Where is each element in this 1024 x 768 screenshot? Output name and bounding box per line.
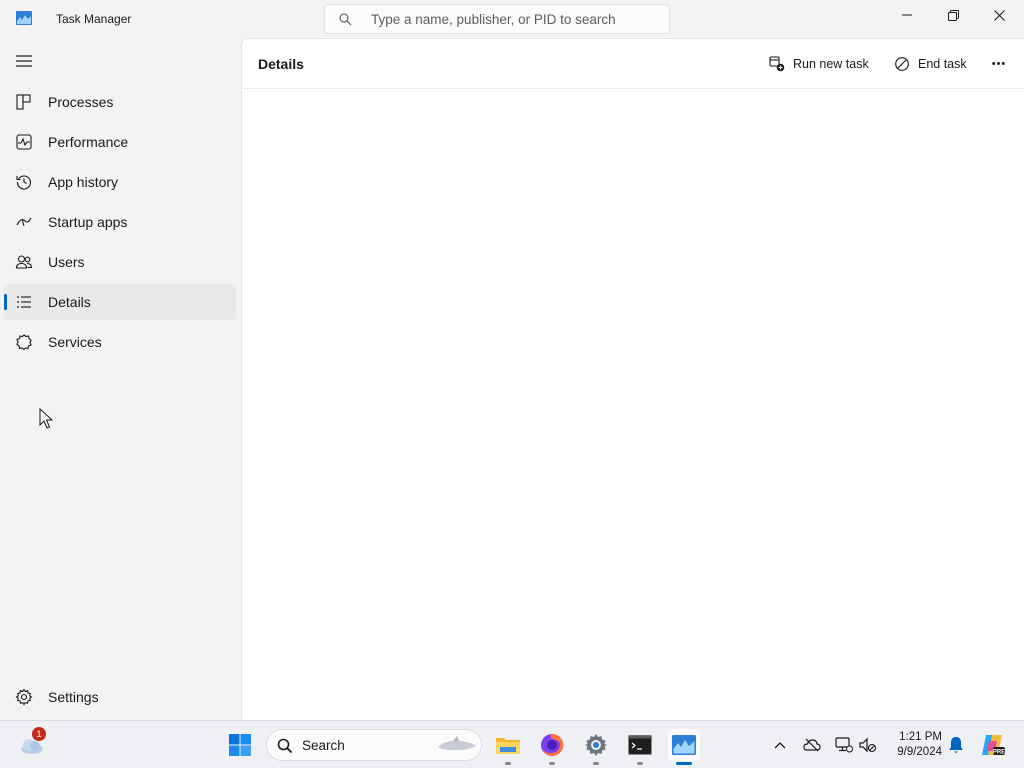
- start-button[interactable]: [224, 729, 256, 761]
- sidebar-item-label: Users: [48, 254, 85, 270]
- services-icon: [16, 334, 32, 351]
- taskbar-file-explorer[interactable]: [492, 729, 524, 765]
- mouse-cursor-icon: [39, 408, 53, 429]
- search-icon: [277, 738, 293, 754]
- details-pane: Details Run new task End task •••: [241, 38, 1024, 720]
- end-task-button[interactable]: End task: [894, 53, 967, 75]
- search-icon: [339, 13, 352, 26]
- folder-icon: [496, 738, 520, 754]
- copilot-icon: PRE: [982, 735, 1005, 756]
- sidebar-item-processes[interactable]: Processes: [4, 84, 236, 120]
- windows-logo-icon: [229, 734, 251, 756]
- notification-badge: 1: [32, 727, 46, 741]
- gear-icon: [15, 688, 33, 706]
- running-indicator: [637, 762, 643, 765]
- run-new-task-button[interactable]: Run new task: [769, 53, 869, 75]
- chevron-up-icon: [774, 742, 786, 749]
- processes-icon: [16, 94, 31, 110]
- volume-tray-button[interactable]: [858, 735, 878, 755]
- taskbar-settings[interactable]: [580, 729, 612, 765]
- title-bar: Task Manager Type a name, publisher, or …: [0, 0, 1024, 38]
- network-tray-button[interactable]: [834, 735, 854, 755]
- running-indicator: [676, 762, 692, 765]
- sidebar-item-details[interactable]: Details: [4, 284, 236, 320]
- page-title: Details: [258, 56, 304, 72]
- copilot-button[interactable]: PRE: [980, 733, 1006, 757]
- minimize-icon: [902, 14, 912, 16]
- taskbar-search[interactable]: Search: [266, 729, 482, 761]
- more-options-button[interactable]: •••: [988, 53, 1010, 75]
- more-options-label: •••: [991, 58, 1007, 70]
- restore-icon: [947, 9, 959, 21]
- running-indicator: [593, 762, 599, 765]
- onedrive-tray-button[interactable]: [802, 735, 822, 755]
- task-manager-icon: [16, 11, 32, 25]
- notifications-button[interactable]: [946, 735, 966, 755]
- terminal-icon: [628, 735, 652, 755]
- users-icon: [15, 255, 33, 269]
- end-task-label: End task: [918, 57, 967, 71]
- taskbar: 1 Search 1:21 PM 9/9/2024 PRE: [0, 720, 1024, 768]
- clock-time: 1:21 PM: [899, 731, 942, 743]
- sidebar-item-settings[interactable]: Settings: [4, 679, 236, 715]
- system-clock[interactable]: 1:21 PM 9/9/2024: [884, 730, 942, 760]
- history-icon: [16, 175, 32, 190]
- taskbar-firefox[interactable]: [536, 729, 568, 765]
- firefox-icon: [541, 733, 564, 756]
- show-hidden-icons-button[interactable]: [770, 735, 790, 755]
- sidebar-item-label: Startup apps: [48, 214, 128, 230]
- details-icon: [17, 296, 31, 308]
- search-highlight-icon: [438, 736, 476, 751]
- hamburger-menu-icon[interactable]: [15, 54, 33, 68]
- svg-text:PRE: PRE: [993, 750, 1005, 756]
- sidebar-item-label: Performance: [48, 134, 129, 150]
- performance-icon: [16, 134, 32, 150]
- sidebar-item-performance[interactable]: Performance: [4, 124, 236, 160]
- sidebar-item-label: Processes: [48, 94, 114, 110]
- gear-icon: [585, 734, 607, 756]
- run-new-task-icon: [769, 56, 785, 72]
- volume-muted-icon: [859, 737, 877, 753]
- badge-count: 1: [36, 729, 42, 739]
- sidebar-item-users[interactable]: Users: [4, 244, 236, 280]
- end-task-icon: [895, 57, 909, 71]
- search-input[interactable]: Type a name, publisher, or PID to search: [324, 4, 670, 34]
- taskbar-search-label: Search: [302, 738, 345, 753]
- sidebar-item-label: Services: [48, 334, 102, 350]
- sidebar: Processes Performance App history Startu…: [0, 38, 241, 720]
- minimize-button[interactable]: [884, 0, 930, 30]
- window-title: Task Manager: [56, 12, 132, 26]
- clock-date: 9/9/2024: [897, 746, 942, 758]
- sidebar-item-app-history[interactable]: App history: [4, 164, 236, 200]
- task-manager-icon: [672, 735, 696, 755]
- sidebar-item-services[interactable]: Services: [4, 324, 236, 360]
- close-icon: [993, 9, 1005, 21]
- sidebar-item-startup-apps[interactable]: Startup apps: [4, 204, 236, 240]
- taskbar-task-manager[interactable]: [668, 729, 700, 765]
- search-placeholder: Type a name, publisher, or PID to search: [371, 12, 616, 27]
- sidebar-item-label: Details: [48, 294, 91, 310]
- settings-label: Settings: [48, 689, 99, 705]
- startup-icon: [16, 217, 32, 227]
- weather-widget[interactable]: 1: [16, 727, 48, 761]
- taskbar-terminal[interactable]: [624, 729, 656, 765]
- sidebar-item-label: App history: [48, 174, 119, 190]
- close-button[interactable]: [976, 0, 1022, 30]
- cloud-offline-icon: [803, 738, 821, 752]
- network-icon: [835, 737, 853, 753]
- command-bar: Details Run new task End task •••: [242, 39, 1024, 89]
- running-indicator: [505, 762, 511, 765]
- restore-button[interactable]: [930, 0, 976, 30]
- bell-icon: [949, 737, 963, 753]
- run-new-task-label: Run new task: [793, 57, 869, 71]
- running-indicator: [549, 762, 555, 765]
